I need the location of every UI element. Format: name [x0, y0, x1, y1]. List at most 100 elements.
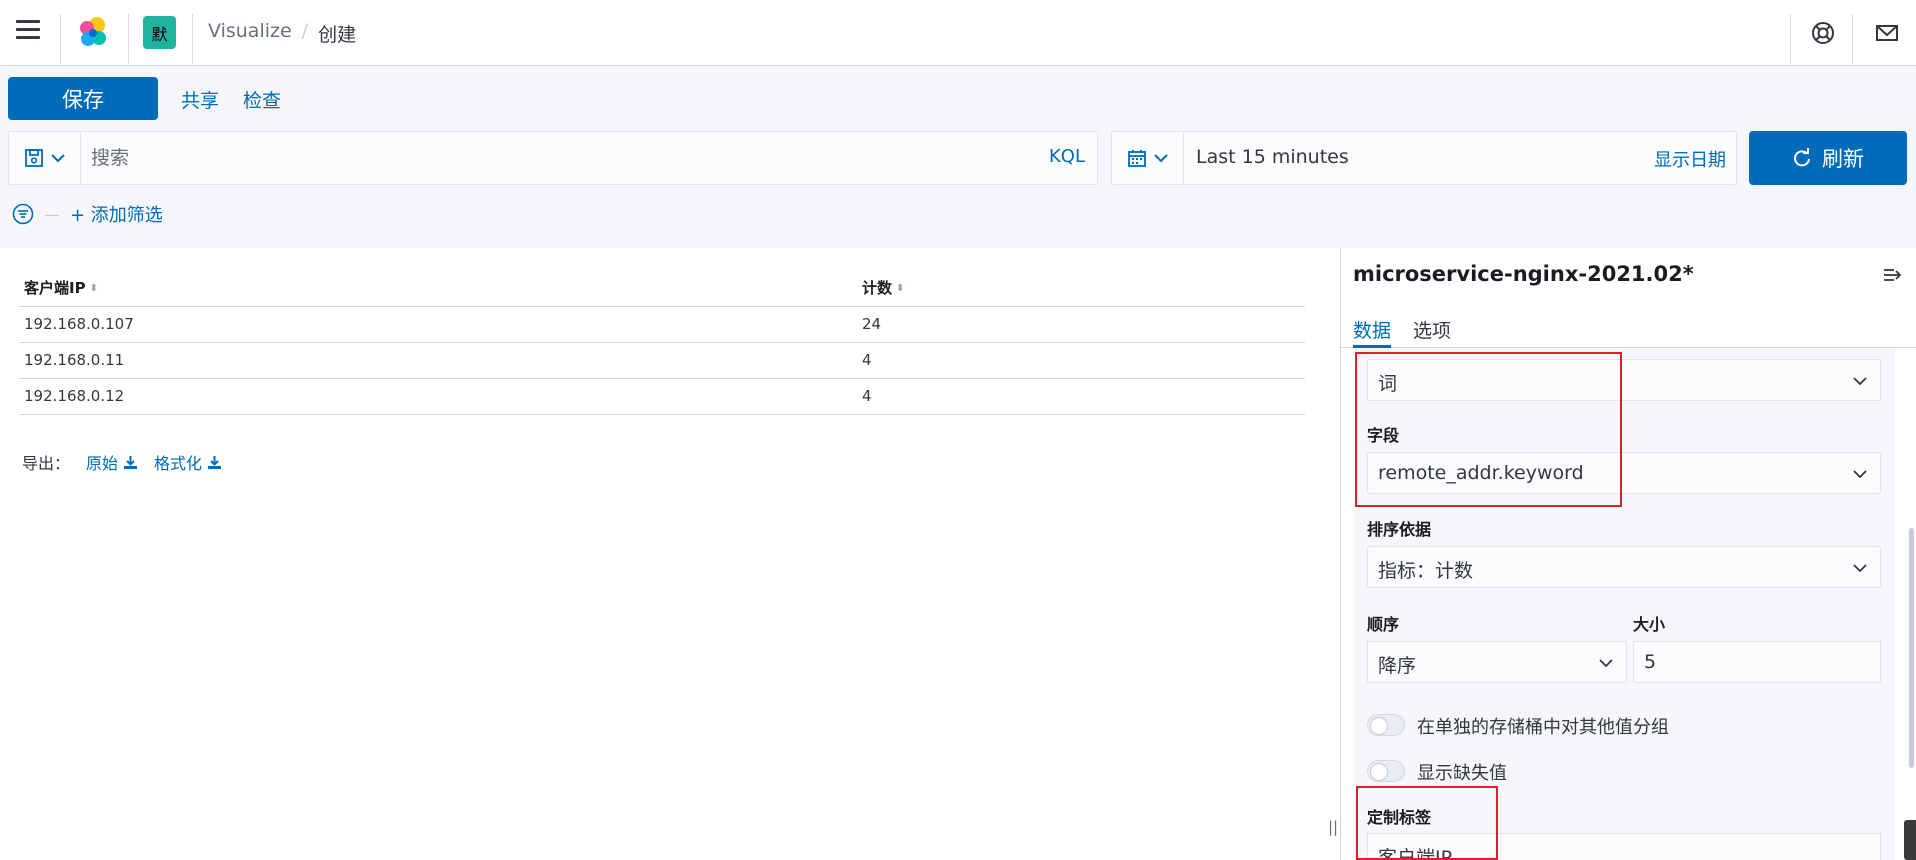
- breadcrumb: Visualize / 创建: [208, 20, 356, 47]
- header-divider: [1852, 14, 1853, 64]
- header-divider: [1790, 14, 1791, 64]
- custom-label-value: 客户端IP: [1378, 847, 1453, 860]
- size-label: 大小: [1633, 615, 1666, 634]
- order-label: 顺序: [1367, 615, 1400, 634]
- field-select[interactable]: remote_addr.keyword: [1367, 452, 1881, 494]
- sort-icon: ⬍: [896, 283, 905, 295]
- refresh-icon: [1794, 148, 1810, 167]
- size-value: 5: [1644, 651, 1657, 673]
- corner-widget[interactable]: [1904, 820, 1916, 860]
- refresh-button[interactable]: 刷新: [1749, 131, 1907, 185]
- kql-toggle[interactable]: KQL: [1049, 146, 1085, 167]
- panel-resize-handle[interactable]: ||: [1328, 818, 1338, 836]
- quick-date-button[interactable]: [1112, 132, 1184, 184]
- table-cell: 4: [862, 342, 1305, 379]
- custom-label-label: 定制标签: [1367, 808, 1432, 827]
- filter-icon[interactable]: [12, 203, 34, 225]
- filter-row: — + 添加筛选: [12, 200, 163, 228]
- field-value: remote_addr.keyword: [1378, 462, 1584, 484]
- download-icon: [208, 455, 222, 469]
- calendar-icon: [1127, 150, 1146, 167]
- export-label: 导出：: [22, 454, 71, 473]
- sort-icon: ⬍: [89, 283, 98, 295]
- toolbar: 保存 共享 检查 KQL: [0, 66, 1916, 248]
- order-by-select[interactable]: 指标：计数: [1367, 546, 1881, 588]
- collapse-sidebar-icon[interactable]: [1882, 264, 1904, 286]
- date-range-text[interactable]: Last 15 minutes: [1196, 146, 1349, 168]
- table-row: 192.168.0.107 24: [19, 306, 1305, 343]
- field-label: 字段: [1367, 426, 1400, 445]
- header-divider: [60, 14, 61, 64]
- bucket-config-panel: 词 字段 remote_addr.keyword 排序依据 指标：计数 顺序 大…: [1355, 349, 1895, 860]
- data-table: 客户端IP ⬍ 计数 ⬍ 192.168.0.107 24 192.168.0.11…: [19, 270, 1305, 415]
- show-dates-link[interactable]: 显示日期: [1654, 146, 1726, 172]
- sidebar-tabs: 数据 选项: [1341, 312, 1916, 348]
- breadcrumb-separator: /: [301, 20, 309, 42]
- chevron-down-icon: [1853, 470, 1867, 479]
- group-other-label: 在单独的存储桶中对其他值分组: [1417, 717, 1669, 738]
- table-header-row: 客户端IP ⬍ 计数 ⬍: [19, 270, 1305, 307]
- table-row: 192.168.0.11 4: [19, 342, 1305, 379]
- column-title: 客户端IP: [24, 279, 86, 298]
- chevron-down-icon: [1853, 564, 1867, 573]
- chevron-down-icon: [1853, 377, 1867, 386]
- save-icon: [24, 149, 43, 167]
- table-cell: 4: [862, 378, 1305, 415]
- save-button[interactable]: 保存: [8, 77, 158, 120]
- export-formatted-label: 格式化: [154, 454, 203, 473]
- sidebar-scrollbar[interactable]: [1909, 528, 1914, 768]
- export-raw-link[interactable]: 原始: [86, 450, 138, 474]
- export-row: 导出： 原始 格式化: [22, 450, 222, 474]
- date-picker: Last 15 minutes 显示日期: [1111, 131, 1737, 185]
- tab-options[interactable]: 选项: [1413, 316, 1451, 348]
- top-header: 默 Visualize / 创建: [0, 0, 1916, 66]
- export-formatted-link[interactable]: 格式化: [154, 450, 222, 474]
- mail-icon[interactable]: [1874, 20, 1900, 46]
- saved-query-button[interactable]: [9, 132, 81, 184]
- table-cell: 192.168.0.11: [19, 342, 862, 379]
- search-input[interactable]: [91, 144, 991, 172]
- chevron-down-icon: [1599, 659, 1613, 668]
- download-icon: [124, 455, 138, 469]
- column-header-count[interactable]: 计数 ⬍: [862, 270, 1305, 307]
- table-cell: 192.168.0.107: [19, 306, 862, 343]
- breadcrumb-visualize[interactable]: Visualize: [208, 20, 292, 47]
- space-avatar[interactable]: 默: [143, 16, 176, 49]
- order-by-value: 指标：计数: [1378, 560, 1474, 582]
- refresh-label: 刷新: [1822, 147, 1864, 171]
- export-raw-label: 原始: [86, 454, 119, 473]
- show-missing-label: 显示缺失值: [1417, 763, 1507, 784]
- add-filter-button[interactable]: + 添加筛选: [70, 201, 163, 227]
- table-cell: 24: [862, 306, 1305, 343]
- space-initial: 默: [151, 24, 168, 44]
- chevron-down-icon: [1153, 154, 1168, 163]
- header-divider: [192, 14, 193, 64]
- table-row: 192.168.0.12 4: [19, 378, 1305, 415]
- custom-label-input[interactable]: 客户端IP: [1367, 833, 1881, 860]
- tab-data[interactable]: 数据: [1353, 316, 1392, 348]
- group-other-toggle[interactable]: [1367, 714, 1405, 736]
- header-divider: [128, 14, 129, 64]
- index-pattern-title: microservice-nginx-2021.02*: [1353, 262, 1694, 286]
- size-input[interactable]: 5: [1633, 641, 1881, 683]
- kibana-logo-icon[interactable]: [76, 16, 110, 50]
- filter-separator: —: [44, 204, 60, 224]
- column-title: 计数: [862, 279, 893, 298]
- aggregation-value: 词: [1378, 373, 1398, 395]
- order-value: 降序: [1378, 655, 1417, 677]
- table-cell: 192.168.0.12: [19, 378, 862, 415]
- breadcrumb-create: 创建: [318, 24, 357, 46]
- order-by-label: 排序依据: [1367, 520, 1432, 539]
- help-icon[interactable]: [1810, 20, 1836, 46]
- query-bar: KQL: [8, 131, 1098, 185]
- chevron-down-icon: [50, 154, 65, 163]
- column-header-client-ip[interactable]: 客户端IP ⬍: [19, 270, 862, 307]
- share-link[interactable]: 共享: [181, 86, 219, 113]
- editor-sidebar: microservice-nginx-2021.02* 数据 选项 词 字段 r…: [1340, 248, 1916, 860]
- order-select[interactable]: 降序: [1367, 641, 1627, 683]
- menu-icon[interactable]: [16, 20, 40, 42]
- inspect-link[interactable]: 检查: [243, 86, 281, 113]
- show-missing-toggle[interactable]: [1367, 760, 1405, 782]
- visualization-area: 客户端IP ⬍ 计数 ⬍ 192.168.0.107 24 192.168.0.11…: [0, 248, 1338, 860]
- aggregation-select[interactable]: 词: [1367, 359, 1881, 401]
